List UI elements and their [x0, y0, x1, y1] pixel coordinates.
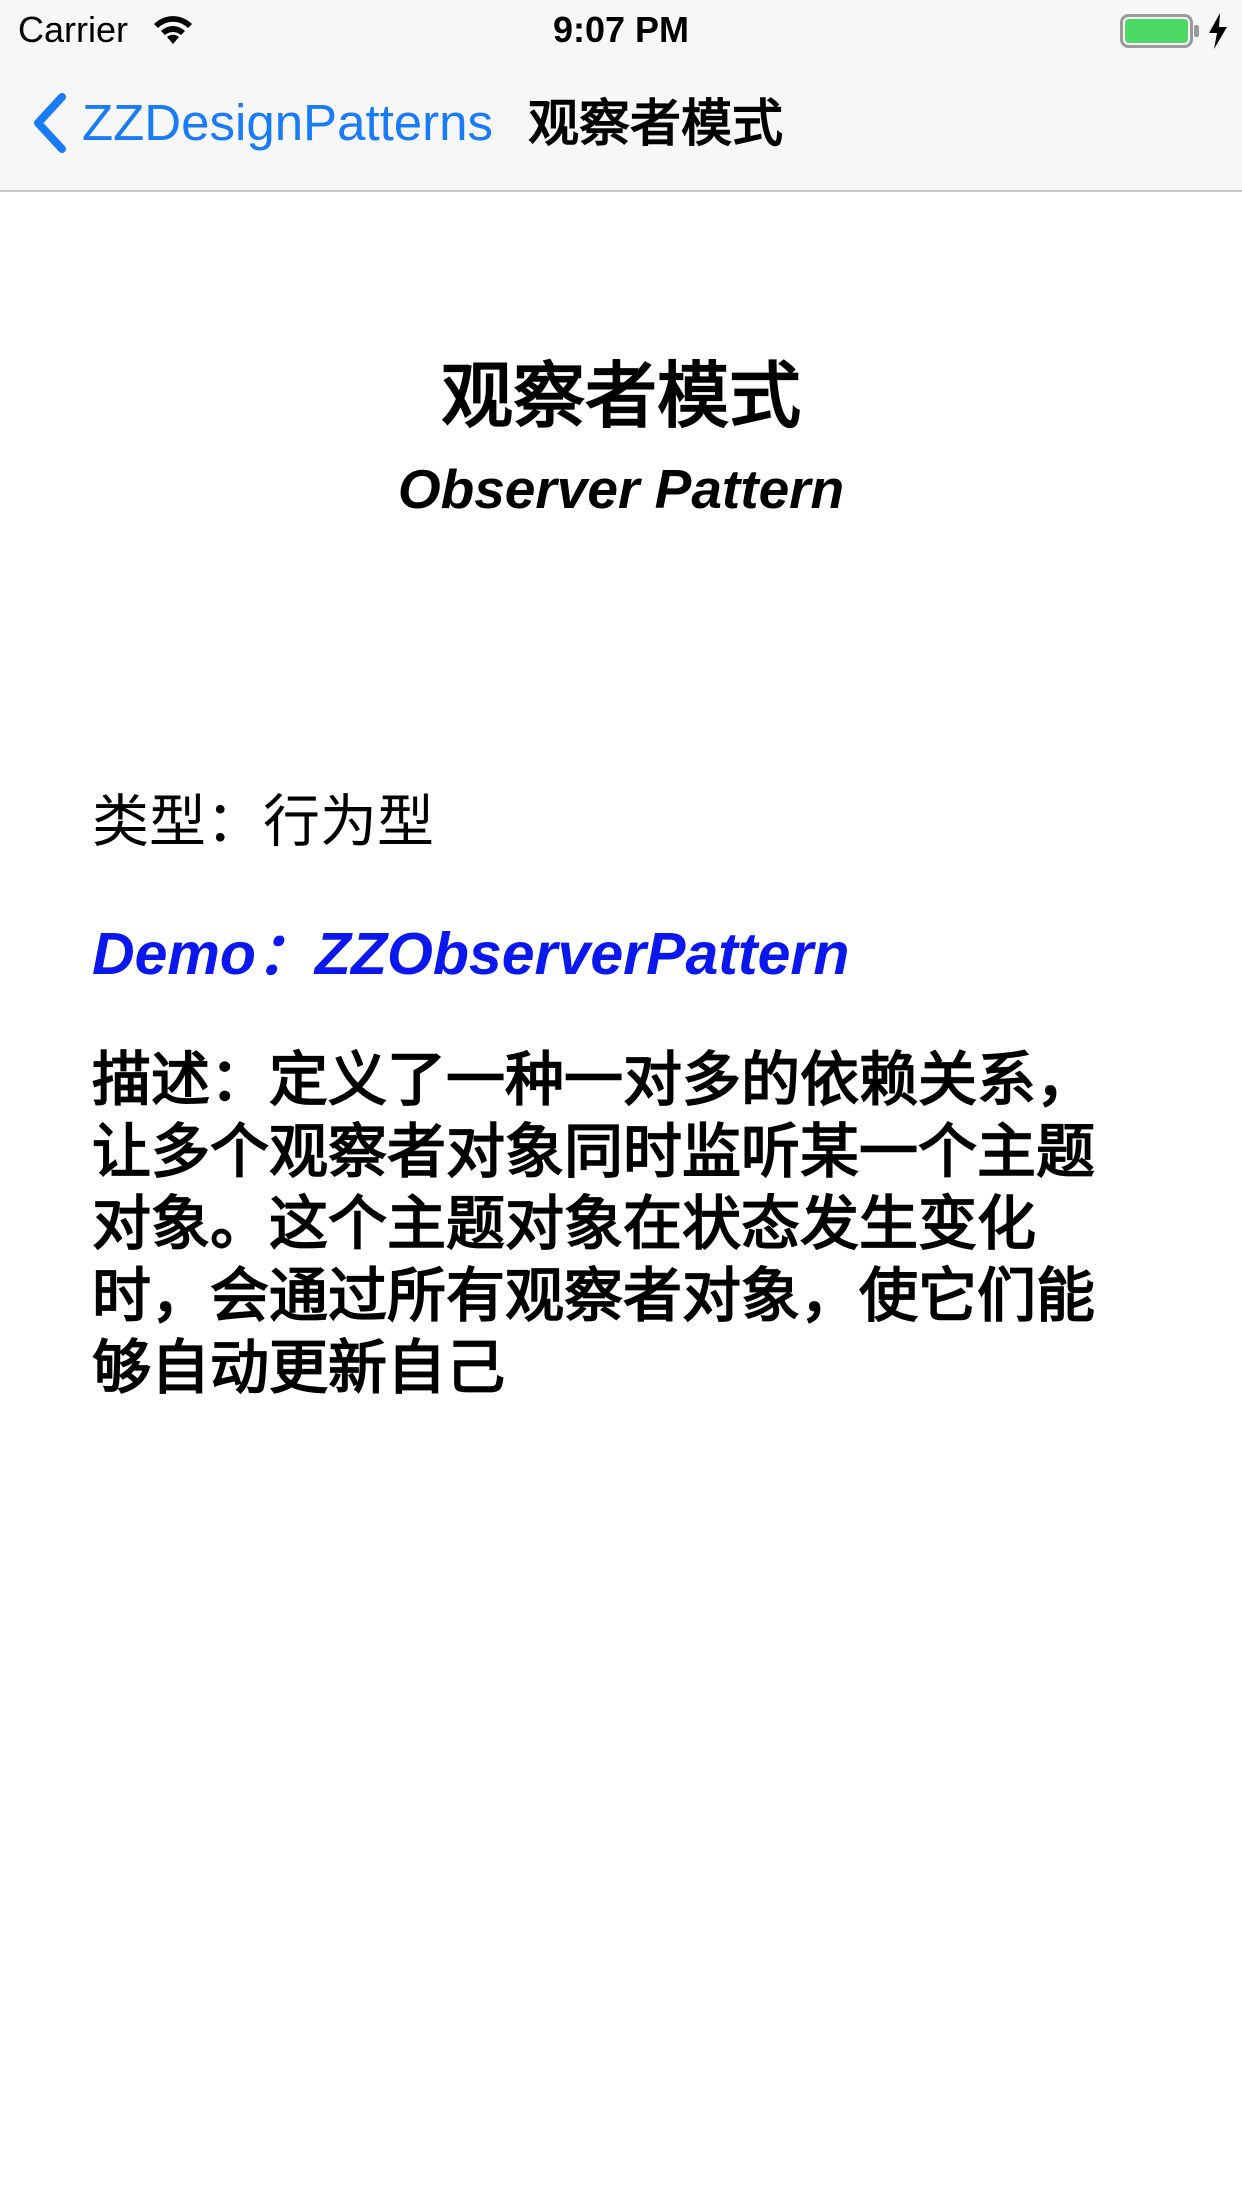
chevron-left-icon — [34, 93, 66, 153]
nav-title: 观察者模式 — [528, 95, 784, 152]
back-button-label: ZZDesignPatterns — [82, 94, 493, 151]
pattern-type: 类型：行为型 — [92, 790, 434, 854]
pattern-description: 描述：定义了一种一对多的依赖关系，让多个观察者对象同时监听某一个主题对象。这个主… — [92, 1047, 1096, 1401]
status-bar: Carrier 9:07 PM — [0, 0, 1242, 60]
navigation-bar: ZZDesignPatterns 观察者模式 — [0, 60, 1242, 192]
pattern-title-en: Observer Pattern — [397, 458, 845, 520]
status-time: 9:07 PM — [552, 9, 690, 50]
back-button[interactable]: ZZDesignPatterns — [30, 88, 493, 158]
pattern-title-cn: 观察者模式 — [440, 357, 801, 437]
content-area: 观察者模式 Observer Pattern 类型：行为型 Demo：ZZObs… — [0, 192, 1242, 2208]
battery-charging-icon — [1120, 14, 1199, 48]
demo-link: Demo：ZZObserverPattern — [92, 921, 850, 987]
charging-bolt-icon — [1209, 13, 1227, 49]
